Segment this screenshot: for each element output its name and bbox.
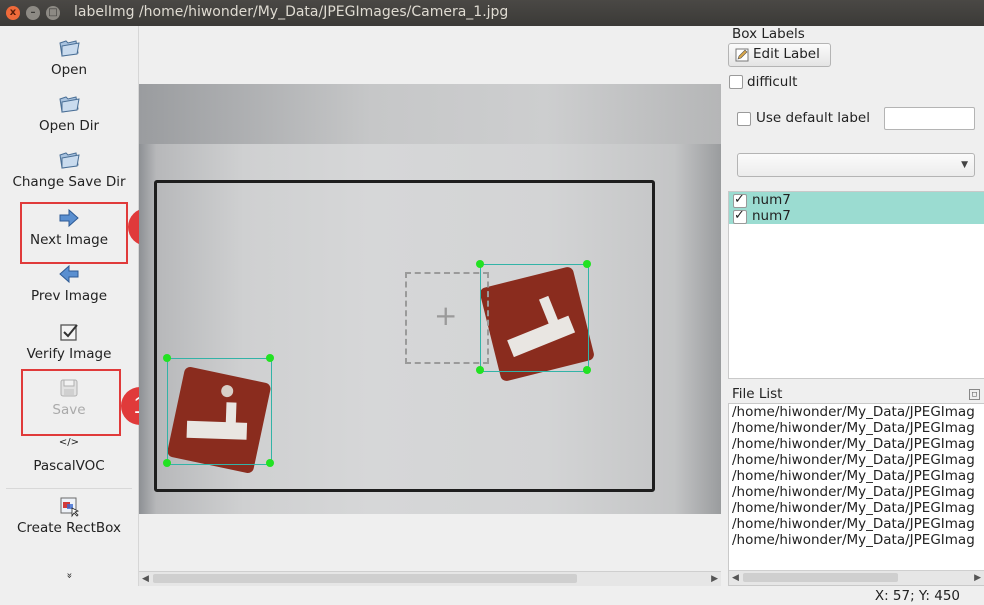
box-vertex-handle[interactable] — [163, 459, 171, 467]
file-list-title: File List — [732, 386, 783, 402]
edit-label-text: Edit Label — [753, 46, 820, 62]
box-vertex-handle[interactable] — [266, 354, 274, 362]
camera-image: + — [139, 84, 721, 514]
open-button[interactable]: Open — [0, 36, 138, 78]
file-list-item[interactable]: /home/hiwonder/My_Data/JPEGImag — [729, 436, 984, 452]
file-list-item[interactable]: /home/hiwonder/My_Data/JPEGImag — [729, 516, 984, 532]
label-item-text: num7 — [752, 208, 791, 224]
label-combo-box[interactable]: ▼ — [737, 153, 975, 177]
scroll-left-icon[interactable]: ◀ — [732, 571, 739, 585]
window-close-button[interactable]: x — [6, 6, 20, 20]
cursor-coordinates: X: 57; Y: 450 — [874, 588, 960, 604]
verify-image-button[interactable]: Verify Image — [0, 320, 138, 362]
folder-open-icon — [59, 152, 80, 169]
file-list[interactable]: /home/hiwonder/My_Data/JPEGImag /home/hi… — [728, 403, 984, 586]
create-rectbox-label: Create RectBox — [16, 520, 122, 536]
create-rectbox-button[interactable]: Create RectBox — [0, 494, 138, 536]
label-item-checkbox[interactable] — [733, 208, 747, 224]
scroll-left-icon[interactable]: ◀ — [142, 572, 149, 586]
file-list-item[interactable]: /home/hiwonder/My_Data/JPEGImag — [729, 468, 984, 484]
folder-open-icon — [59, 96, 80, 113]
scroll-right-icon[interactable]: ▶ — [974, 571, 981, 585]
verify-image-label: Verify Image — [26, 346, 112, 362]
box-vertex-handle[interactable] — [266, 459, 274, 467]
prev-image-label: Prev Image — [30, 288, 108, 304]
file-list-item[interactable]: /home/hiwonder/My_Data/JPEGImag — [729, 484, 984, 500]
use-default-label-text: Use default label — [756, 110, 870, 126]
difficult-label: difficult — [747, 74, 798, 90]
tools-toolbar: Open Open Dir Change Save Dir Next Image… — [0, 26, 139, 586]
label-item-checkbox[interactable] — [733, 192, 747, 208]
label-list-item[interactable]: num7 — [729, 208, 984, 224]
arrow-left-icon — [59, 264, 79, 284]
file-list-horizontal-scrollbar[interactable]: ◀ ▶ — [729, 570, 984, 585]
dock-float-icon[interactable]: ◻ — [969, 389, 980, 400]
change-save-dir-button[interactable]: Change Save Dir — [0, 148, 138, 190]
checkbox-checked-icon — [60, 324, 78, 341]
open-label: Open — [50, 62, 88, 78]
window-title-bar: x – □ labelImg /home/hiwonder/My_Data/JP… — [0, 0, 984, 26]
folder-open-icon — [59, 40, 80, 57]
scrollbar-thumb[interactable] — [153, 574, 577, 583]
box-labels-title: Box Labels — [732, 26, 805, 42]
default-label-input[interactable] — [884, 107, 975, 130]
label-list-item[interactable]: num7 — [729, 192, 984, 208]
edit-label-button[interactable]: Edit Label — [728, 43, 831, 67]
rectbox-icon — [60, 497, 80, 518]
file-list-item[interactable]: /home/hiwonder/My_Data/JPEGImag — [729, 500, 984, 516]
format-label: PascalVOC — [33, 458, 105, 474]
crosshair-plus-icon: + — [434, 299, 458, 332]
open-dir-button[interactable]: Open Dir — [0, 92, 138, 134]
box-vertex-handle[interactable] — [163, 354, 171, 362]
format-toggle-button[interactable]: </> PascalVOC — [0, 436, 138, 474]
scrollbar-thumb[interactable] — [743, 573, 898, 582]
scroll-right-icon[interactable]: ▶ — [711, 572, 718, 586]
status-bar: X: 57; Y: 450 — [0, 586, 984, 605]
prev-image-button[interactable]: Prev Image — [0, 262, 138, 304]
bounding-box[interactable] — [167, 358, 272, 465]
right-dock: Box Labels Edit Label difficult Use defa… — [724, 26, 984, 586]
box-vertex-handle[interactable] — [583, 260, 591, 268]
file-list-item[interactable]: /home/hiwonder/My_Data/JPEGImag — [729, 420, 984, 436]
edit-pencil-icon — [735, 48, 749, 62]
change-save-dir-label: Change Save Dir — [12, 174, 126, 190]
label-item-text: num7 — [752, 192, 791, 208]
canvas-horizontal-scrollbar[interactable]: ◀ ▶ — [139, 571, 721, 586]
code-format-icon: </> — [58, 437, 80, 448]
box-vertex-handle[interactable] — [476, 260, 484, 268]
window-title: labelImg /home/hiwonder/My_Data/JPEGImag… — [74, 4, 509, 20]
box-vertex-handle[interactable] — [476, 366, 484, 374]
image-background-band — [139, 84, 721, 144]
file-list-item[interactable]: /home/hiwonder/My_Data/JPEGImag — [729, 532, 984, 548]
file-list-item[interactable]: /home/hiwonder/My_Data/JPEGImag — [729, 452, 984, 468]
window-maximize-button[interactable]: □ — [46, 6, 60, 20]
difficult-checkbox[interactable] — [729, 75, 743, 89]
toolbar-separator — [6, 488, 132, 489]
bounding-box[interactable] — [480, 264, 589, 372]
file-list-item[interactable]: /home/hiwonder/My_Data/JPEGImag — [729, 404, 984, 420]
toolbar-more-chevron-icon[interactable]: » — [64, 571, 75, 581]
label-list[interactable]: num7 num7 — [728, 191, 984, 379]
box-vertex-handle[interactable] — [583, 366, 591, 374]
image-canvas[interactable]: + ◀ ▶ — [139, 26, 723, 586]
step1-highlight — [21, 369, 121, 436]
step2-highlight — [20, 202, 128, 264]
use-default-label-checkbox[interactable] — [737, 112, 751, 126]
dropdown-arrow-icon: ▼ — [961, 160, 968, 170]
window-minimize-button[interactable]: – — [26, 6, 40, 20]
open-dir-label: Open Dir — [38, 118, 100, 134]
